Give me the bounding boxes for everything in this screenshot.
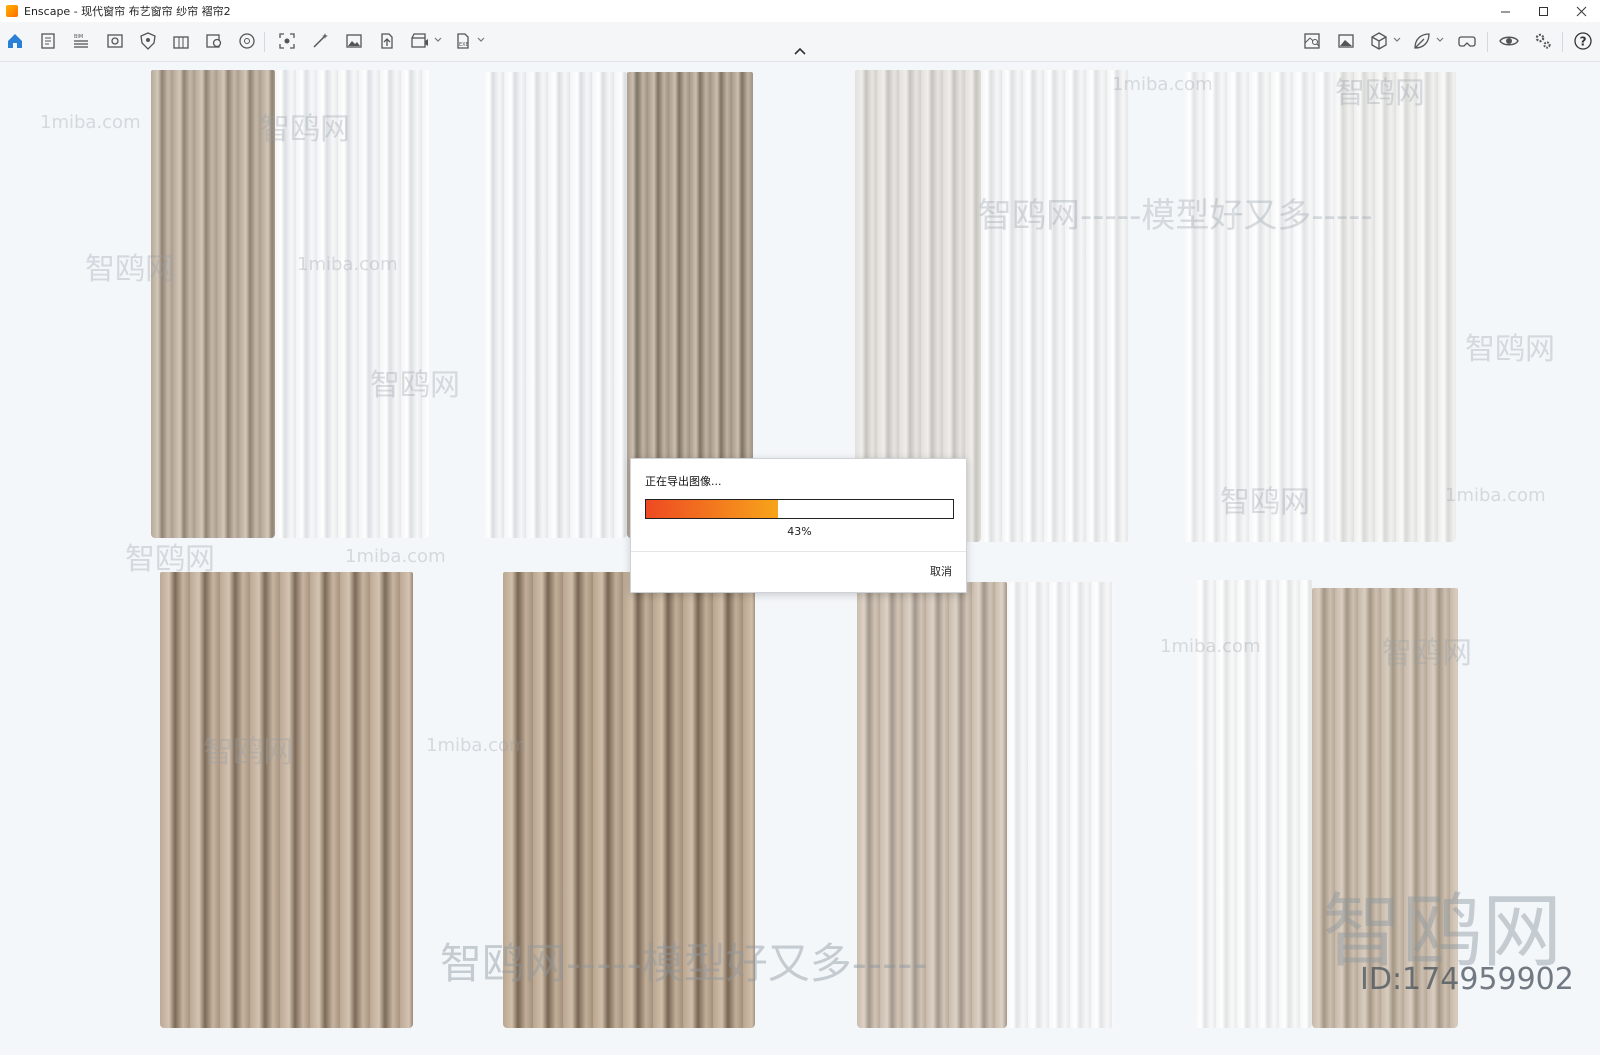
cancel-button[interactable]: 取消 <box>930 563 952 579</box>
help-icon[interactable]: ? <box>1572 30 1594 52</box>
image-gallery-icon[interactable] <box>343 30 365 52</box>
watermark-site: 1miba.com <box>40 112 141 133</box>
vr-headset-icon[interactable] <box>1456 30 1478 52</box>
minimap-icon[interactable] <box>1301 30 1323 52</box>
chevron-up-icon <box>794 47 806 55</box>
maximize-icon <box>1538 6 1548 16</box>
cube-icon[interactable] <box>1368 30 1390 52</box>
title-bar: Enscape - 现代窗帘 布艺窗帘 纱帘 褶帘2 <box>0 0 1600 22</box>
toolbar-separator <box>1562 32 1563 52</box>
curtain-panel-beige <box>857 582 1007 1028</box>
svg-text:?: ? <box>1580 35 1587 49</box>
toolbar-separator <box>1487 32 1488 52</box>
export-progress-bar <box>645 499 954 519</box>
asset-library-icon[interactable] <box>203 30 225 52</box>
chevron-down-icon[interactable] <box>1393 35 1401 45</box>
eye-icon[interactable] <box>1498 30 1520 52</box>
curtain-panel-taupe <box>160 572 413 1028</box>
document-icon[interactable] <box>37 30 59 52</box>
curtain-panel-sheer <box>1007 582 1114 1028</box>
dialog-divider <box>631 551 966 552</box>
curtain-panel-sheer <box>981 70 1129 542</box>
curtain-panel-taupe <box>151 70 275 538</box>
chevron-down-icon[interactable] <box>1436 35 1444 45</box>
curtain-panel-beige <box>1312 588 1458 1028</box>
dialog-title: 正在导出图像... <box>645 475 722 488</box>
close-icon <box>1576 6 1586 16</box>
svg-text:BIM: BIM <box>74 34 83 40</box>
watermark-site: 1miba.com <box>345 546 446 567</box>
curtain-panel-sheer <box>1183 72 1333 542</box>
chevron-down-icon[interactable] <box>434 35 442 45</box>
toolbar-separator <box>264 32 265 52</box>
close-button[interactable] <box>1562 0 1600 22</box>
material-icon[interactable] <box>236 30 258 52</box>
curtain-panel-taupe <box>503 572 755 1028</box>
svg-text:EXE: EXE <box>459 42 469 48</box>
export-progress-dialog: 正在导出图像... 43% 取消 <box>630 458 967 593</box>
window-title: Enscape - 现代窗帘 布艺窗帘 纱帘 褶帘2 <box>24 5 231 18</box>
building-icon[interactable] <box>170 30 192 52</box>
minimize-icon <box>1500 11 1510 12</box>
chevron-down-icon[interactable] <box>477 35 485 45</box>
window-controls <box>1486 0 1600 22</box>
maximize-button[interactable] <box>1524 0 1562 22</box>
image-icon[interactable] <box>1335 30 1357 52</box>
screenshot-icon[interactable] <box>276 30 298 52</box>
views-icon[interactable] <box>104 30 126 52</box>
curtain-panel-sheer <box>1333 72 1456 542</box>
video-editor-icon[interactable] <box>409 30 431 52</box>
bim-list-icon[interactable]: BIM <box>70 30 92 52</box>
progress-fill <box>646 500 778 518</box>
leaf-icon[interactable] <box>1411 30 1433 52</box>
home-icon[interactable] <box>4 30 26 52</box>
settings-icon[interactable] <box>1532 30 1554 52</box>
watermark-site: 1miba.com <box>1445 485 1546 506</box>
export-icon[interactable]: EXE <box>452 30 474 52</box>
magic-wand-icon[interactable] <box>309 30 331 52</box>
curtain-panel-sheer <box>1195 580 1312 1028</box>
minimize-button[interactable] <box>1486 0 1524 22</box>
shield-icon[interactable] <box>137 30 159 52</box>
enscape-logo-icon <box>6 5 18 17</box>
curtain-panel-sheer <box>275 70 429 538</box>
progress-percent-label: 43% <box>787 525 812 538</box>
curtain-panel-sheer <box>482 72 627 538</box>
watermark-brand: 智鸥网 <box>1465 332 1555 367</box>
collapse-toolbar-button[interactable] <box>793 45 807 57</box>
upload-icon[interactable] <box>376 30 398 52</box>
